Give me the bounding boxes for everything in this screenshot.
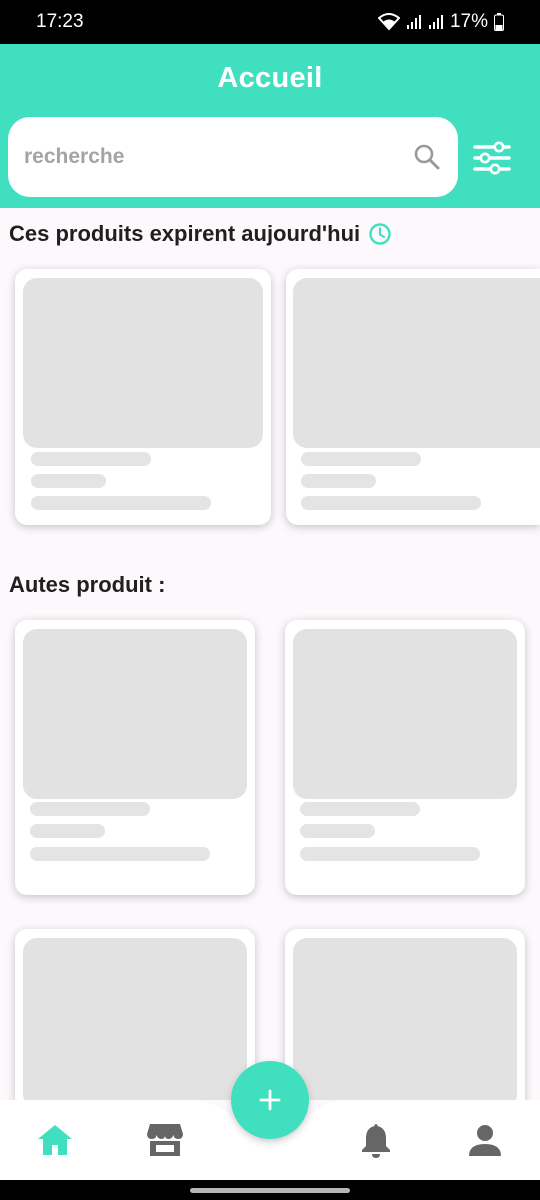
product-detail-placeholder [31,474,106,488]
product-image-placeholder [23,278,263,448]
profile-icon [469,1125,501,1156]
status-bar: 17:23 17% [0,0,540,44]
search-input[interactable] [24,117,394,197]
battery-icon [494,13,504,31]
product-date-placeholder [300,847,480,861]
system-navigation-bar [0,1180,540,1200]
product-card-skeleton[interactable] [15,620,255,895]
product-card-skeleton[interactable] [15,269,271,525]
others-section-title: Autes produit : [9,572,165,598]
nav-store[interactable] [145,1120,185,1160]
home-icon [38,1125,72,1155]
product-detail-placeholder [30,824,105,838]
expiring-section-title: Ces produits expirent aujourd'hui [9,221,392,247]
product-card-skeleton[interactable] [285,620,525,895]
status-icons: 17% [377,11,504,33]
expiring-title-text: Ces produits expirent aujourd'hui [9,221,361,246]
product-name-placeholder [301,452,421,466]
product-name-placeholder [31,452,151,466]
bell-icon [362,1124,390,1158]
add-icon [259,1089,281,1111]
product-image-placeholder [293,278,540,448]
product-name-placeholder [300,802,420,816]
wifi-icon [377,13,400,31]
app-header: Accueil [0,44,540,208]
product-date-placeholder [31,496,211,510]
product-detail-placeholder [300,824,375,838]
product-date-placeholder [301,496,481,510]
signal-icon-1 [406,15,421,29]
store-icon [147,1124,183,1156]
home-indicator[interactable] [190,1188,350,1193]
product-date-placeholder [30,847,210,861]
others-title-text: Autes produit : [9,572,166,597]
nav-notifications[interactable] [356,1120,396,1160]
search-box[interactable] [8,117,458,197]
add-product-button[interactable] [231,1061,309,1139]
product-name-placeholder [30,802,150,816]
signal-icon-2 [428,15,443,29]
clock-icon [369,223,391,245]
product-card-skeleton[interactable] [286,269,540,525]
battery-percent: 17% [449,11,488,32]
product-card-skeleton[interactable] [15,929,255,1119]
product-detail-placeholder [301,474,376,488]
page-title: Accueil [217,62,323,94]
product-image-placeholder [293,938,517,1108]
product-image-placeholder [23,629,247,799]
product-card-skeleton[interactable] [285,929,525,1119]
nav-profile[interactable] [465,1120,505,1160]
status-time: 17:23 [36,11,84,32]
filter-sliders-icon[interactable] [472,141,512,175]
product-image-placeholder [23,938,247,1108]
product-image-placeholder [293,629,517,799]
nav-home[interactable] [35,1120,75,1160]
search-icon[interactable] [413,143,441,171]
